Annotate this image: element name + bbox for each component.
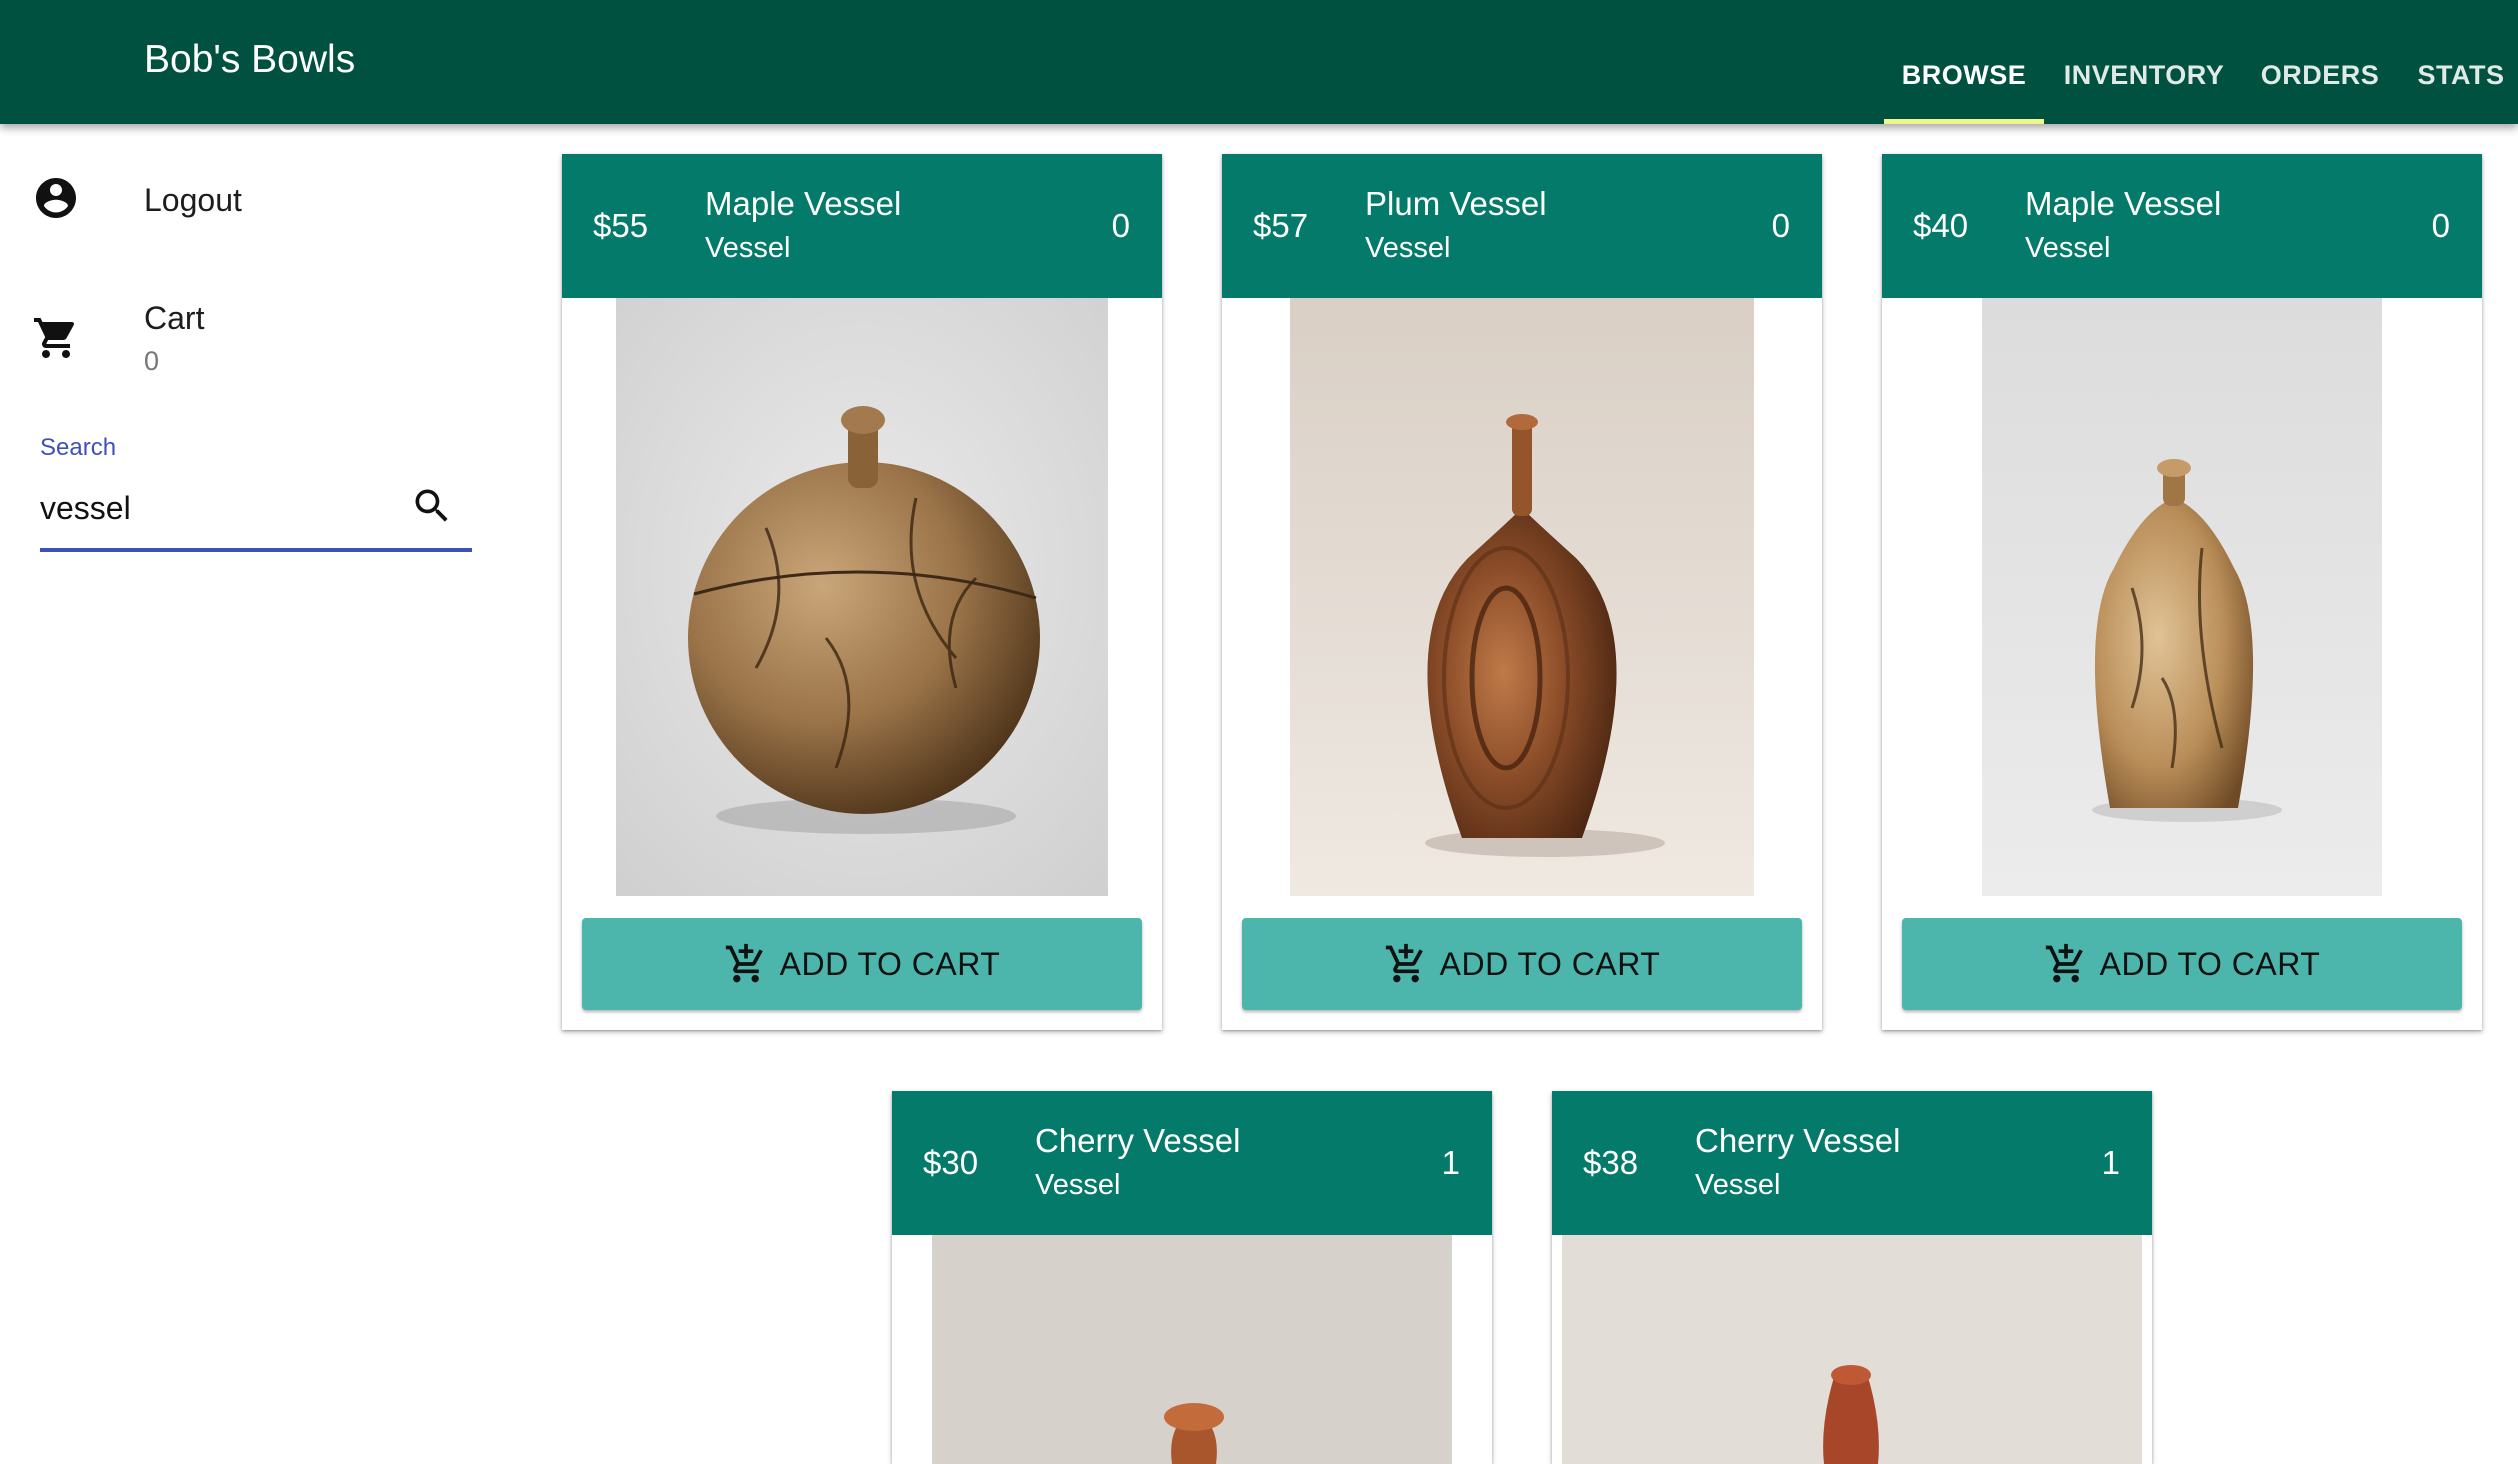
add-to-cart-button[interactable]: ADD TO CART [1242, 918, 1802, 1010]
product-name: Cherry Vessel [1035, 1122, 1241, 1159]
add-to-cart-button[interactable]: ADD TO CART [1902, 918, 2462, 1010]
product-count: 0 [1771, 207, 1790, 244]
cart-label: Cart [144, 300, 205, 336]
shopping-cart-icon [34, 318, 75, 358]
cart-count: 0 [144, 346, 160, 376]
card-header: $55 Maple Vessel Vessel 0 [562, 154, 1162, 298]
product-name: Maple Vessel [705, 185, 902, 222]
add-shopping-cart-icon [725, 943, 763, 983]
product-price: $30 [923, 1144, 979, 1181]
search-icon[interactable] [410, 484, 454, 528]
tab-browse[interactable]: BROWSE [1884, 0, 2044, 124]
tab-stats[interactable]: STATS [2404, 0, 2518, 124]
product-count: 0 [2431, 207, 2450, 244]
product-card: $40 Maple Vessel Vessel 0 ADD TO CART [1882, 154, 2482, 1030]
card-header: $40 Maple Vessel Vessel 0 [1882, 154, 2482, 298]
product-count: 1 [2101, 1144, 2120, 1181]
product-image [616, 298, 1108, 896]
product-type: Vessel [705, 232, 791, 264]
active-tab-indicator [1884, 119, 2044, 124]
product-type: Vessel [2025, 232, 2111, 264]
product-card: $30 Cherry Vessel Vessel 1 [892, 1091, 1492, 1464]
product-image [1562, 1235, 2142, 1464]
add-shopping-cart-icon [2045, 943, 2083, 983]
product-price: $57 [1253, 207, 1309, 244]
search-input[interactable] [40, 480, 410, 536]
add-to-cart-label: ADD TO CART [2099, 945, 2321, 982]
card-header: $30 Cherry Vessel Vessel 1 [892, 1091, 1492, 1235]
card-header: $57 Plum Vessel Vessel 0 [1222, 154, 1822, 298]
product-card: $38 Cherry Vessel Vessel 1 [1552, 1091, 2152, 1464]
search-label: Search [40, 434, 117, 461]
logout-label: Logout [144, 182, 242, 218]
product-type: Vessel [1035, 1169, 1121, 1201]
sidebar: Logout Cart 0 Search [0, 124, 512, 1464]
app-bar: Bob's Bowls BROWSE INVENTORY ORDERS STAT… [0, 0, 2518, 124]
tab-inventory[interactable]: INVENTORY [2048, 0, 2240, 124]
add-to-cart-label: ADD TO CART [779, 945, 1001, 982]
product-name: Maple Vessel [2025, 185, 2222, 222]
search-underline [40, 548, 472, 552]
cart-item[interactable]: Cart 0 [0, 284, 512, 394]
product-image [932, 1235, 1452, 1464]
product-card: $55 Maple Vessel Vessel 0 ADD TO CART [562, 154, 1162, 1030]
product-image [1290, 298, 1754, 896]
add-shopping-cart-icon [1385, 943, 1423, 983]
tab-orders[interactable]: ORDERS [2254, 0, 2386, 124]
add-to-cart-button[interactable]: ADD TO CART [582, 918, 1142, 1010]
product-type: Vessel [1695, 1169, 1781, 1201]
account-circle-icon [36, 178, 76, 218]
product-card: $57 Plum Vessel Vessel 0 ADD TO CART [1222, 154, 1822, 1030]
product-name: Plum Vessel [1365, 185, 1547, 222]
product-price: $40 [1913, 207, 1969, 244]
product-name: Cherry Vessel [1695, 1122, 1901, 1159]
card-header: $38 Cherry Vessel Vessel 1 [1552, 1091, 2152, 1235]
product-count: 0 [1111, 207, 1130, 244]
product-count: 1 [1441, 1144, 1460, 1181]
add-to-cart-label: ADD TO CART [1439, 945, 1661, 982]
product-price: $38 [1583, 1144, 1639, 1181]
product-type: Vessel [1365, 232, 1451, 264]
product-image [1982, 298, 2382, 896]
product-price: $55 [593, 207, 649, 244]
logout-item[interactable]: Logout [0, 164, 512, 244]
app-title: Bob's Bowls [144, 38, 356, 81]
